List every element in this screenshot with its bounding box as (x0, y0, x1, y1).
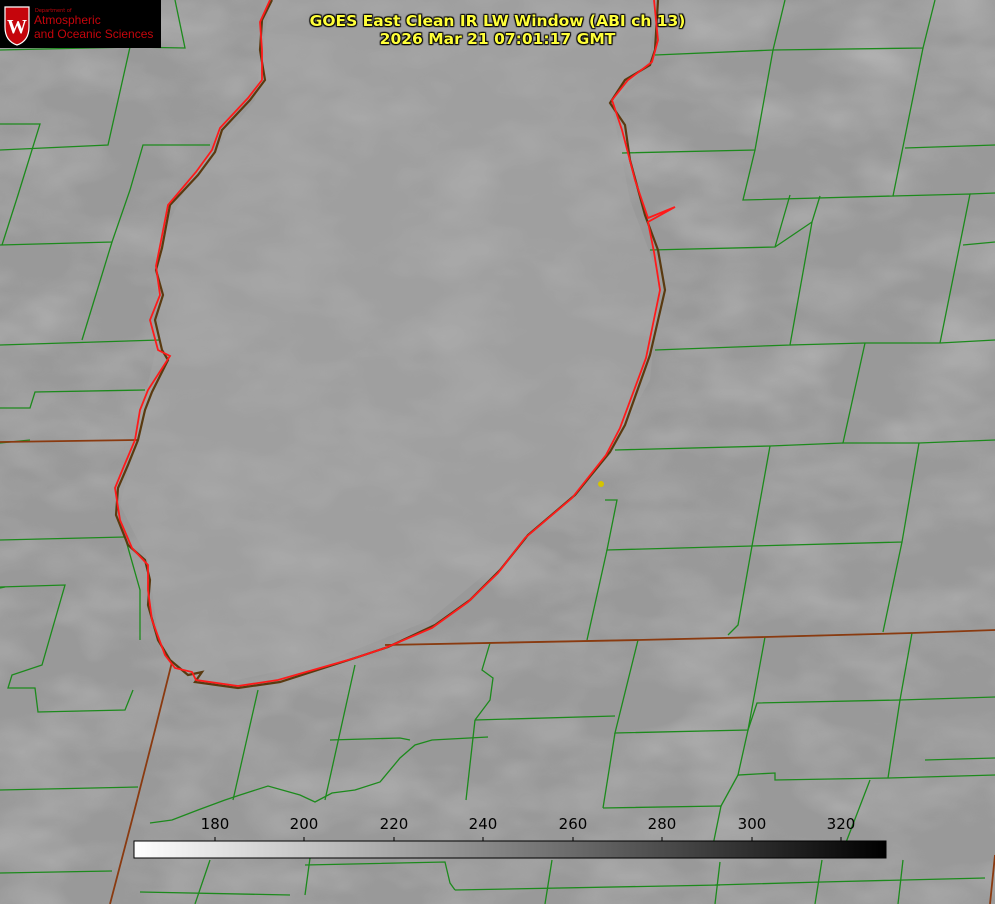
colorbar-tick-label: 320 (826, 815, 856, 833)
aos-logo: W Department of Atmospheric and Oceanic … (0, 0, 161, 48)
logo-line-1: Atmospheric (34, 13, 101, 27)
uw-crest-icon: W (4, 6, 30, 46)
colorbar-tick-label: 260 (558, 815, 588, 833)
satellite-map (0, 0, 995, 904)
logo-line-2: and Oceanic Sciences (34, 27, 154, 41)
colorbar-tick-label: 240 (468, 815, 498, 833)
colorbar-tick-label: 200 (289, 815, 319, 833)
colorbar-tick-label: 300 (737, 815, 767, 833)
point-marker (598, 481, 604, 487)
colorbar-tick-label: 220 (379, 815, 409, 833)
colorbar (133, 840, 887, 859)
crest-letter: W (7, 16, 27, 38)
colorbar-tick-label: 280 (647, 815, 677, 833)
colorbar-tick-label: 180 (200, 815, 230, 833)
